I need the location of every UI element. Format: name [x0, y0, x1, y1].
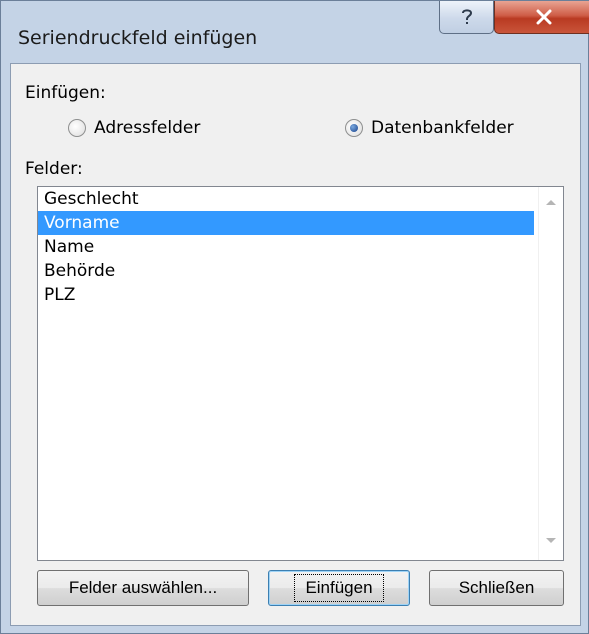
scroll-up-arrow-icon[interactable] [546, 200, 556, 205]
window-title: Seriendruckfeld einfügen [18, 27, 258, 49]
radio-button-adressfelder[interactable] [68, 119, 86, 137]
list-item[interactable]: Behörde [38, 259, 534, 283]
felder-label: Felder: [25, 159, 83, 179]
vertical-scrollbar[interactable] [538, 187, 563, 560]
dialog-window: Seriendruckfeld einfügen Einfügen: Adres… [0, 0, 589, 634]
list-item[interactable]: Name [38, 235, 534, 259]
list-item-selected[interactable]: Vorname [38, 211, 534, 235]
list-item[interactable]: PLZ [38, 283, 534, 307]
einfuegen-label: Einfügen: [25, 83, 106, 103]
felder-auswaehlen-button[interactable]: Felder auswählen... [37, 570, 249, 606]
felder-listbox[interactable]: Geschlecht Vorname Name Behörde PLZ [37, 186, 564, 561]
radio-label-datenbankfelder: Datenbankfelder [371, 118, 514, 138]
radio-button-datenbankfelder[interactable] [345, 119, 363, 137]
schliessen-button[interactable]: Schließen [429, 570, 564, 606]
listbox-items: Geschlecht Vorname Name Behörde PLZ [38, 187, 534, 307]
radio-datenbankfelder[interactable]: Datenbankfelder [345, 118, 514, 138]
einfuegen-button[interactable]: Einfügen [268, 570, 410, 606]
radio-adressfelder[interactable]: Adressfelder [68, 118, 200, 138]
close-icon [536, 9, 552, 25]
help-icon [461, 9, 472, 24]
list-item[interactable]: Geschlecht [38, 187, 534, 211]
einfuegen-button-label: Einfügen [294, 574, 384, 602]
help-button[interactable] [439, 1, 494, 34]
scroll-down-arrow-icon[interactable] [546, 538, 556, 543]
close-button[interactable] [494, 1, 589, 34]
radio-label-adressfelder: Adressfelder [94, 118, 201, 138]
